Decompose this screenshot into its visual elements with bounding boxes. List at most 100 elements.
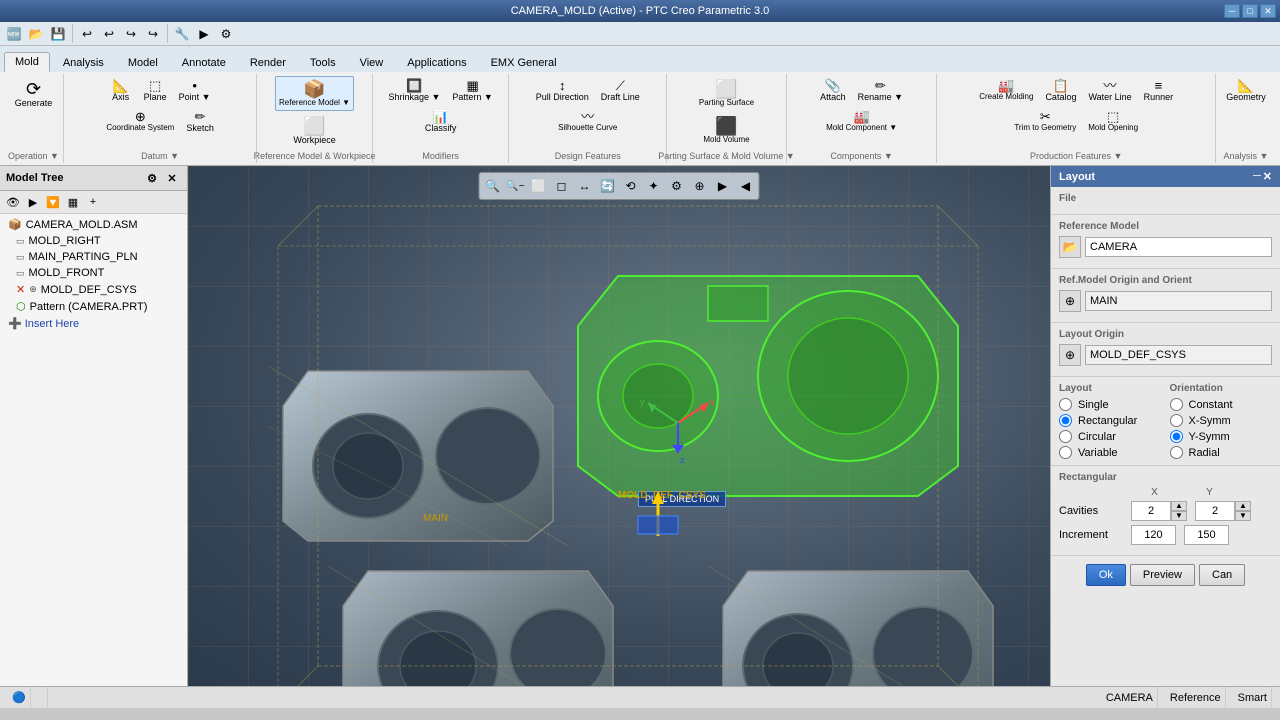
preview-button[interactable]: Preview [1130, 564, 1195, 586]
settings2-btn[interactable]: ⚙ [666, 175, 688, 197]
rotate-btn[interactable]: 🔄 [597, 175, 619, 197]
tree-item-main-parting-pln[interactable]: ▭ MAIN_PARTING_PLN [0, 249, 187, 265]
point-btn[interactable]: • Point ▼ [174, 76, 216, 105]
layout-origin-btn[interactable]: ⊕ [1059, 344, 1081, 366]
increment-y-input[interactable] [1184, 525, 1229, 545]
pan-btn[interactable]: ↔ [574, 175, 596, 197]
config-btn[interactable]: ⚙ [216, 24, 236, 44]
regenerate-btn[interactable]: ⟳ Generate [11, 76, 57, 112]
tab-applications[interactable]: Applications [396, 53, 477, 72]
crosshair-btn[interactable]: ⊕ [689, 175, 711, 197]
view3d-btn[interactable]: ✦ [643, 175, 665, 197]
cavities-x-down-btn[interactable]: ▼ [1171, 511, 1187, 521]
play-btn[interactable]: ▶ [712, 175, 734, 197]
cavities-y-up-btn[interactable]: ▲ [1235, 501, 1251, 511]
orient-xsymm-radio[interactable] [1170, 414, 1183, 427]
classify-btn[interactable]: 📊 Classify [420, 107, 462, 136]
ref-model-browse-btn[interactable]: 📂 [1059, 236, 1081, 258]
zoom-fit-btn[interactable]: ⬜ [528, 175, 550, 197]
silhouette-curve-btn[interactable]: 〰 Silhouette Curve [553, 107, 622, 135]
tree-item-mold-right[interactable]: ▭ MOLD_RIGHT [0, 233, 187, 249]
open-btn[interactable]: 📂 [26, 24, 46, 44]
undo-btn[interactable]: ↩ [77, 24, 97, 44]
panel-close-btn[interactable]: ✕ [1263, 170, 1272, 183]
new-btn[interactable]: 🆕 [4, 24, 24, 44]
tree-show-hide-btn[interactable]: 👁 [4, 193, 22, 211]
trim-geometry-btn[interactable]: ✂ Trim to Geometry [1009, 107, 1081, 135]
ref-model-input[interactable] [1085, 237, 1272, 257]
tab-render[interactable]: Render [239, 53, 297, 72]
panel-minimize-btn[interactable]: ─ [1253, 170, 1261, 183]
cavities-x-up-btn[interactable]: ▲ [1171, 501, 1187, 511]
tab-tools[interactable]: Tools [299, 53, 347, 72]
tree-item-camera-mold-asm[interactable]: 📦 CAMERA_MOLD.ASM [0, 216, 187, 233]
plane-btn[interactable]: ⬚ Plane [139, 76, 172, 105]
zoom-window-btn[interactable]: ◻ [551, 175, 573, 197]
rename-btn[interactable]: ✏ Rename ▼ [853, 76, 908, 105]
redo2-btn[interactable]: ↪ [143, 24, 163, 44]
sketch-btn[interactable]: ✏ Sketch [181, 107, 219, 136]
ref-model-origin-input[interactable] [1085, 291, 1272, 311]
tab-view[interactable]: View [349, 53, 395, 72]
save-btn[interactable]: 💾 [48, 24, 68, 44]
spin-btn[interactable]: ⟲ [620, 175, 642, 197]
tab-analysis[interactable]: Analysis [52, 53, 115, 72]
layout-rectangular-radio[interactable] [1059, 414, 1072, 427]
tree-columns-btn[interactable]: ▦ [64, 193, 82, 211]
tree-expand-btn[interactable]: ▶ [24, 193, 42, 211]
water-line-btn[interactable]: 〰 Water Line [1083, 76, 1136, 105]
redo-btn[interactable]: ↪ [121, 24, 141, 44]
coord-sys-btn[interactable]: ⊕ Coordinate System [101, 107, 179, 136]
cavities-y-down-btn[interactable]: ▼ [1235, 511, 1251, 521]
viewport[interactable]: 🔍 🔍− ⬜ ◻ ↔ 🔄 ⟲ ✦ ⚙ ⊕ ▶ ◀ [188, 166, 1050, 686]
back-btn[interactable]: ◀ [735, 175, 757, 197]
tree-close-btn[interactable]: ✕ [163, 169, 181, 187]
ref-model-origin-btn[interactable]: ⊕ [1059, 290, 1081, 312]
undo2-btn[interactable]: ↩ [99, 24, 119, 44]
tab-emx-general[interactable]: EMX General [480, 53, 568, 72]
tree-item-insert-here[interactable]: ➕ Insert Here [0, 315, 187, 332]
mold-opening-btn[interactable]: ⬚ Mold Opening [1083, 107, 1143, 135]
orient-ysymm-radio[interactable] [1170, 430, 1183, 443]
reference-model-btn[interactable]: 📦 Reference Model ▼ [275, 76, 354, 111]
maximize-btn[interactable]: □ [1242, 4, 1258, 18]
mold-component-btn[interactable]: 🏭 Mold Component ▼ [821, 107, 902, 135]
tree-filter-btn[interactable]: 🔽 [44, 193, 62, 211]
axis-btn[interactable]: 📐 Axis [105, 76, 137, 105]
zoom-out-btn[interactable]: 🔍− [505, 175, 527, 197]
layout-circular-radio[interactable] [1059, 430, 1072, 443]
runner-btn[interactable]: ≡ Runner [1139, 76, 1179, 105]
layout-variable-radio[interactable] [1059, 446, 1072, 459]
draft-line-btn[interactable]: ⟋ Draft Line [596, 76, 645, 105]
orient-radial-radio[interactable] [1170, 446, 1183, 459]
tree-item-mold-def-csys[interactable]: ✕ ⊕ MOLD_DEF_CSYS [0, 281, 187, 298]
minimize-btn[interactable]: ─ [1224, 4, 1240, 18]
layout-origin-input[interactable] [1085, 345, 1272, 365]
tab-model[interactable]: Model [117, 53, 169, 72]
pattern-btn[interactable]: ▦ Pattern ▼ [447, 76, 497, 105]
parting-surface-btn[interactable]: ⬜ Parting Surface [695, 76, 758, 111]
cavities-y-input[interactable] [1195, 501, 1235, 521]
catalog-btn[interactable]: 📋 Catalog [1040, 76, 1081, 105]
mold-volume-btn[interactable]: ⬛ Mold Volume [699, 113, 753, 148]
settings-btn[interactable]: 🔧 [172, 24, 192, 44]
layout-single-radio[interactable] [1059, 398, 1072, 411]
create-molding-btn[interactable]: 🏭 Create Molding [974, 76, 1038, 105]
tree-item-pattern-camera[interactable]: ⬡ Pattern (CAMERA.PRT) [0, 298, 187, 315]
geometry-btn[interactable]: 📐 Geometry [1221, 76, 1271, 105]
orient-constant-radio[interactable] [1170, 398, 1183, 411]
shrinkage-btn[interactable]: 🔲 Shrinkage ▼ [383, 76, 445, 105]
ok-button[interactable]: Ok [1086, 564, 1126, 586]
run-btn[interactable]: ▶ [194, 24, 214, 44]
close-btn[interactable]: ✕ [1260, 4, 1276, 18]
tree-settings-btn[interactable]: ⚙ [143, 169, 161, 187]
cavities-x-input[interactable] [1131, 501, 1171, 521]
increment-x-input[interactable] [1131, 525, 1176, 545]
workpiece-btn[interactable]: ⬜ Workpiece [289, 113, 339, 149]
tree-add-btn[interactable]: + [84, 193, 102, 211]
attach-btn[interactable]: 📎 Attach [815, 76, 851, 105]
cancel-button[interactable]: Can [1199, 564, 1245, 586]
tree-item-mold-front[interactable]: ▭ MOLD_FRONT [0, 265, 187, 281]
tab-annotate[interactable]: Annotate [171, 53, 237, 72]
pull-direction-btn[interactable]: ↕ Pull Direction [531, 76, 594, 105]
